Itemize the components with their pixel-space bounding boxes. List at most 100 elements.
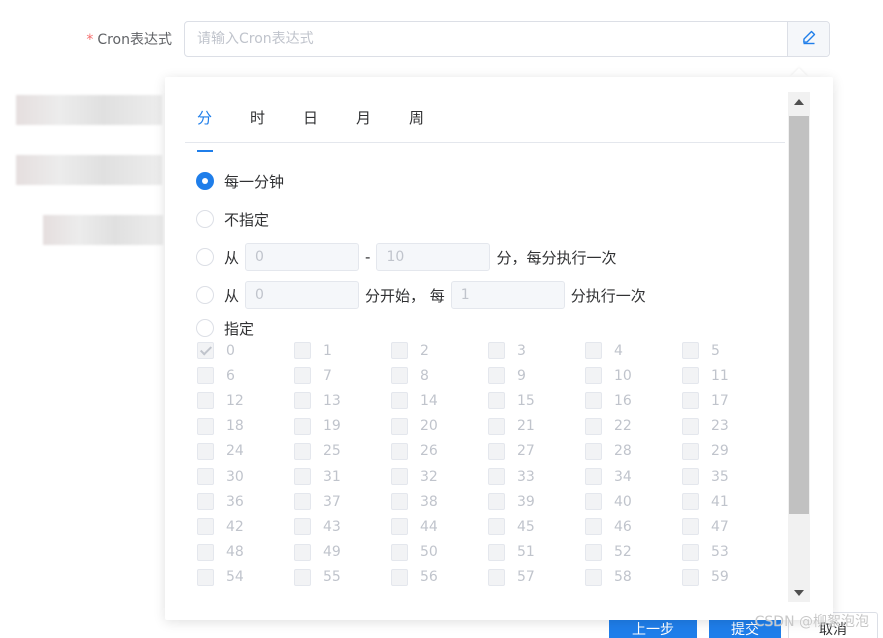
minute-option-49[interactable]: 49 xyxy=(294,543,341,561)
option-step[interactable]: 从 0 分开始， 每 1 分执行一次 xyxy=(196,280,646,310)
scrollbar-thumb[interactable] xyxy=(789,116,809,514)
tab-day[interactable]: 日 xyxy=(291,103,344,142)
minute-option-36[interactable]: 36 xyxy=(197,493,244,511)
minute-option-16[interactable]: 16 xyxy=(585,392,632,410)
minute-checkbox[interactable] xyxy=(391,568,408,586)
minute-checkbox[interactable] xyxy=(391,417,408,435)
minute-checkbox[interactable] xyxy=(682,468,699,485)
minute-checkbox[interactable] xyxy=(682,342,699,359)
minute-checkbox[interactable] xyxy=(682,493,699,511)
minute-checkbox[interactable] xyxy=(294,493,311,511)
tab-week[interactable]: 周 xyxy=(397,103,450,142)
radio-range[interactable] xyxy=(196,248,214,266)
radio-every-minute[interactable] xyxy=(196,172,214,190)
minute-option-48[interactable]: 48 xyxy=(197,543,244,561)
minute-option-19[interactable]: 19 xyxy=(294,417,341,435)
minute-option-31[interactable]: 31 xyxy=(294,468,341,485)
radio-specify[interactable] xyxy=(196,319,214,337)
minute-option-0[interactable]: 0 xyxy=(197,342,235,359)
minute-checkbox[interactable] xyxy=(294,417,311,435)
minute-option-47[interactable]: 47 xyxy=(682,518,729,536)
minute-checkbox[interactable] xyxy=(391,493,408,511)
minute-checkbox[interactable] xyxy=(585,367,602,385)
minute-option-50[interactable]: 50 xyxy=(391,543,438,561)
option-unspecified[interactable]: 不指定 xyxy=(196,204,269,234)
minute-checkbox[interactable] xyxy=(294,342,311,359)
minute-checkbox[interactable] xyxy=(488,468,505,485)
minute-option-30[interactable]: 30 xyxy=(197,468,244,485)
minute-option-24[interactable]: 24 xyxy=(197,442,244,460)
minute-option-4[interactable]: 4 xyxy=(585,342,623,359)
minute-checkbox[interactable] xyxy=(488,543,505,561)
minute-option-20[interactable]: 20 xyxy=(391,417,438,435)
minute-option-29[interactable]: 29 xyxy=(682,442,729,460)
minute-option-9[interactable]: 9 xyxy=(488,367,526,385)
minute-option-6[interactable]: 6 xyxy=(197,367,235,385)
minute-option-12[interactable]: 12 xyxy=(197,392,244,410)
minute-option-26[interactable]: 26 xyxy=(391,442,438,460)
radio-step[interactable] xyxy=(196,286,214,304)
minute-checkbox[interactable] xyxy=(682,543,699,561)
minute-option-43[interactable]: 43 xyxy=(294,518,341,536)
option-every-minute[interactable]: 每一分钟 xyxy=(196,166,284,196)
step-start-input[interactable]: 0 xyxy=(245,281,360,309)
minute-checkbox[interactable] xyxy=(294,468,311,485)
tab-minute[interactable]: 分 xyxy=(185,103,238,152)
minute-checkbox[interactable] xyxy=(197,518,214,536)
minute-checkbox[interactable] xyxy=(585,543,602,561)
minute-checkbox[interactable] xyxy=(294,518,311,536)
minute-checkbox[interactable] xyxy=(391,342,408,359)
minute-option-32[interactable]: 32 xyxy=(391,468,438,485)
minute-option-14[interactable]: 14 xyxy=(391,392,438,410)
minute-checkbox[interactable] xyxy=(585,568,602,586)
minute-checkbox[interactable] xyxy=(197,417,214,435)
minute-checkbox[interactable] xyxy=(488,417,505,435)
minute-checkbox[interactable] xyxy=(585,468,602,485)
minute-checkbox[interactable] xyxy=(391,468,408,485)
radio-unspecified[interactable] xyxy=(196,210,214,228)
minute-checkbox[interactable] xyxy=(488,493,505,511)
minute-option-55[interactable]: 55 xyxy=(294,568,341,586)
minute-checkbox[interactable] xyxy=(197,342,214,359)
minute-option-8[interactable]: 8 xyxy=(391,367,429,385)
minute-checkbox[interactable] xyxy=(294,442,311,460)
minute-option-22[interactable]: 22 xyxy=(585,417,632,435)
minute-checkbox[interactable] xyxy=(391,367,408,385)
minute-checkbox[interactable] xyxy=(197,568,214,586)
minute-option-3[interactable]: 3 xyxy=(488,342,526,359)
minute-option-38[interactable]: 38 xyxy=(391,493,438,511)
minute-option-53[interactable]: 53 xyxy=(682,543,729,561)
minute-option-52[interactable]: 52 xyxy=(585,543,632,561)
cron-input[interactable] xyxy=(185,22,787,56)
minute-checkbox[interactable] xyxy=(294,568,311,586)
minute-checkbox[interactable] xyxy=(294,367,311,385)
minute-option-5[interactable]: 5 xyxy=(682,342,720,359)
minute-checkbox[interactable] xyxy=(488,367,505,385)
minute-option-33[interactable]: 33 xyxy=(488,468,535,485)
minute-checkbox[interactable] xyxy=(197,543,214,561)
range-to-input[interactable]: 10 xyxy=(376,243,491,271)
minute-option-41[interactable]: 41 xyxy=(682,493,729,511)
minute-option-45[interactable]: 45 xyxy=(488,518,535,536)
minute-checkbox[interactable] xyxy=(585,493,602,511)
minute-option-10[interactable]: 10 xyxy=(585,367,632,385)
minute-checkbox[interactable] xyxy=(585,392,602,410)
minute-option-17[interactable]: 17 xyxy=(682,392,729,410)
minute-option-7[interactable]: 7 xyxy=(294,367,332,385)
tab-hour[interactable]: 时 xyxy=(238,103,291,142)
minute-option-34[interactable]: 34 xyxy=(585,468,632,485)
minute-checkbox[interactable] xyxy=(585,417,602,435)
minute-checkbox[interactable] xyxy=(682,417,699,435)
minute-option-56[interactable]: 56 xyxy=(391,568,438,586)
minute-option-54[interactable]: 54 xyxy=(197,568,244,586)
minute-checkbox[interactable] xyxy=(197,442,214,460)
minute-option-57[interactable]: 57 xyxy=(488,568,535,586)
minute-checkbox[interactable] xyxy=(197,367,214,385)
minute-checkbox[interactable] xyxy=(197,468,214,485)
minute-checkbox[interactable] xyxy=(488,442,505,460)
popover-scrollbar[interactable] xyxy=(788,92,810,602)
minute-option-13[interactable]: 13 xyxy=(294,392,341,410)
minute-option-21[interactable]: 21 xyxy=(488,417,535,435)
minute-checkbox[interactable] xyxy=(488,342,505,359)
minute-checkbox[interactable] xyxy=(488,568,505,586)
